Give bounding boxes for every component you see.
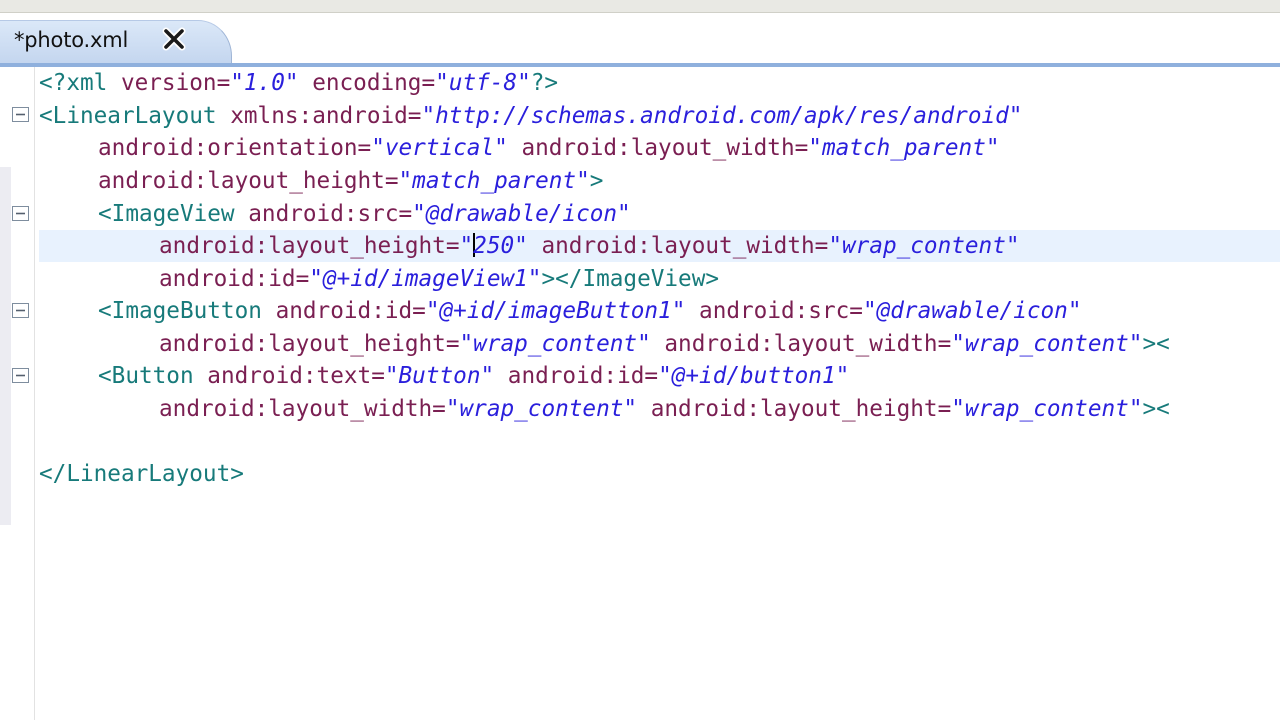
attribute-name: xmlns:android= xyxy=(216,103,422,129)
attribute-value: "utf-8" xyxy=(435,70,531,96)
tab-title: *photo.xml xyxy=(14,28,129,52)
editor-tab-photo-xml[interactable]: *photo.xml xyxy=(0,20,232,63)
fold-collapse-icon[interactable] xyxy=(12,206,29,221)
code-line-1: <?xml version="1.0" encoding="utf-8"?> xyxy=(39,67,558,99)
attribute-value: "wrap_content" xyxy=(828,233,1020,259)
element-tag: <ImageView xyxy=(98,201,235,227)
attribute-name: android:layout_width= xyxy=(159,396,446,422)
code-line-4: android:layout_height="match_parent"> xyxy=(98,165,603,197)
code-line-9: android:layout_height="wrap_content" and… xyxy=(159,328,1170,360)
element-tag-close: >< xyxy=(1142,331,1170,357)
attribute-name: version= xyxy=(107,70,231,96)
attribute-value: "@drawable/icon" xyxy=(862,298,1082,324)
attribute-value: "1.0" xyxy=(230,70,299,96)
code-line-3: android:orientation="vertical" android:l… xyxy=(98,132,1000,164)
attribute-value: "Button" xyxy=(384,363,495,389)
close-icon[interactable] xyxy=(162,27,186,51)
attribute-name: android:layout_width= xyxy=(527,233,829,259)
attribute-name: android:src= xyxy=(685,298,863,324)
code-line-7: android:id="@+id/imageView1"></ImageView… xyxy=(159,263,719,295)
code-line-2: <LinearLayout xmlns:android="http://sche… xyxy=(39,100,1022,132)
attribute-value: "@+id/button1" xyxy=(658,363,850,389)
attribute-value: "wrap_content" xyxy=(459,331,651,357)
code-line-13: </LinearLayout> xyxy=(39,458,244,490)
element-tag: <Button xyxy=(98,363,194,389)
attribute-value: "match_parent" xyxy=(808,135,1000,161)
element-tag-close: >< xyxy=(1142,396,1170,422)
element-end-tag: </LinearLayout> xyxy=(39,461,244,487)
attribute-value: "wrap_content" xyxy=(951,396,1143,422)
attribute-value: 250" xyxy=(473,233,528,259)
attribute-value: "http://schemas.android.com/apk/res/andr… xyxy=(421,103,1023,129)
attribute-value: "wrap_content" xyxy=(951,331,1143,357)
attribute-value: "match_parent" xyxy=(398,168,590,194)
editor-tab-bar: *photo.xml xyxy=(0,13,1280,67)
xml-editor-window: *photo.xml <?xml version="1.0" encoding=… xyxy=(0,0,1280,720)
code-line-11: android:layout_width="wrap_content" andr… xyxy=(159,393,1170,425)
attribute-value: "wrap_content" xyxy=(445,396,638,422)
attribute-value: " xyxy=(459,233,474,259)
attribute-name: android:layout_height= xyxy=(637,396,952,422)
attribute-name: android:id= xyxy=(494,363,659,389)
attribute-name: android:orientation= xyxy=(98,135,372,161)
code-line-5: <ImageView android:src="@drawable/icon" xyxy=(98,198,631,230)
attribute-name: android:layout_height= xyxy=(98,168,399,194)
quick-diff-bar xyxy=(0,167,11,525)
code-line-10: <Button android:text="Button" android:id… xyxy=(98,360,849,392)
element-tag-close: ></ImageView> xyxy=(541,266,720,292)
code-line-6: android:layout_height="250" android:layo… xyxy=(159,230,1020,262)
element-tag: <LinearLayout xyxy=(39,103,217,129)
attribute-value: "vertical" xyxy=(371,135,508,161)
attribute-value: "@drawable/icon" xyxy=(412,201,631,227)
attribute-name: android:id= xyxy=(261,298,426,324)
attribute-name: android:layout_height= xyxy=(159,331,460,357)
xml-declaration-open: <?xml xyxy=(39,70,108,96)
attribute-name: android:text= xyxy=(193,363,385,389)
attribute-name: android:id= xyxy=(159,266,310,292)
attribute-value: "@+id/imageButton1" xyxy=(425,298,686,324)
xml-declaration-close: ?> xyxy=(530,70,559,96)
attribute-name: android:layout_width= xyxy=(650,331,952,357)
attribute-value: "@+id/imageView1" xyxy=(309,266,542,292)
fold-collapse-icon[interactable] xyxy=(12,368,29,383)
attribute-name: android:src= xyxy=(234,201,413,227)
fold-collapse-icon[interactable] xyxy=(12,303,29,318)
code-line-8: <ImageButton android:id="@+id/imageButto… xyxy=(98,295,1082,327)
attribute-name: android:layout_height= xyxy=(159,233,460,259)
element-tag: <ImageButton xyxy=(98,298,262,324)
element-tag-close: > xyxy=(589,168,604,194)
attribute-name: encoding= xyxy=(298,70,436,96)
window-top-strip xyxy=(0,0,1280,13)
code-editor-text-area[interactable]: <?xml version="1.0" encoding="utf-8"?> <… xyxy=(39,67,1280,720)
attribute-name: android:layout_width= xyxy=(507,135,809,161)
editor-ruler xyxy=(0,67,35,720)
fold-collapse-icon[interactable] xyxy=(12,107,29,122)
